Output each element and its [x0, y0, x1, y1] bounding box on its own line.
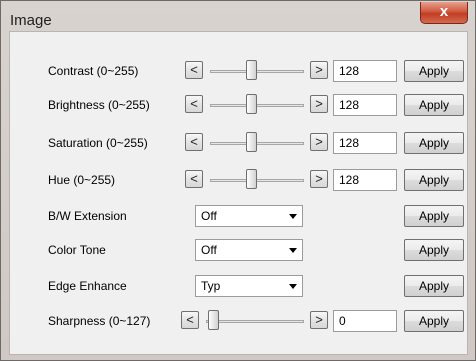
bw-extension-apply-button[interactable]: Apply [404, 205, 464, 227]
saturation-row: Saturation (0~255) < > 128 Apply [10, 132, 469, 156]
hue-decrement-button[interactable]: < [185, 170, 203, 188]
chevron-down-icon [289, 214, 297, 219]
color-tone-select[interactable]: Off [195, 239, 303, 261]
edge-enhance-value: Typ [201, 279, 221, 293]
brightness-apply-button[interactable]: Apply [404, 94, 464, 116]
saturation-value-input[interactable]: 128 [333, 132, 397, 154]
chevron-right-icon: > [315, 96, 323, 111]
sharpness-label: Sharpness (0~127) [48, 314, 151, 328]
contrast-slider-thumb[interactable] [246, 60, 257, 80]
sharpness-slider-thumb[interactable] [208, 310, 219, 330]
contrast-decrement-button[interactable]: < [185, 61, 203, 79]
brightness-decrement-button[interactable]: < [185, 95, 203, 113]
edge-enhance-apply-button[interactable]: Apply [404, 275, 464, 297]
chevron-left-icon: < [190, 134, 198, 149]
sharpness-row: Sharpness (0~127) < > 0 Apply [10, 310, 469, 334]
saturation-slider-thumb[interactable] [246, 132, 257, 152]
hue-value-input[interactable]: 128 [333, 169, 397, 191]
chevron-right-icon: > [315, 312, 323, 327]
color-tone-value: Off [201, 243, 217, 257]
edge-enhance-select[interactable]: Typ [195, 275, 303, 297]
bw-extension-label: B/W Extension [48, 209, 127, 223]
chevron-right-icon: > [315, 62, 323, 77]
saturation-label: Saturation (0~255) [48, 136, 148, 150]
brightness-value-input[interactable]: 128 [333, 94, 397, 116]
edge-enhance-label: Edge Enhance [48, 279, 127, 293]
close-icon: x [439, 3, 449, 20]
hue-slider-track[interactable] [210, 179, 304, 182]
title-bar[interactable]: Image x [2, 2, 474, 32]
chevron-right-icon: > [315, 134, 323, 149]
hue-row: Hue (0~255) < > 128 Apply [10, 169, 469, 193]
dialog-content: Contrast (0~255) < > 128 Apply Brightnes… [9, 31, 468, 355]
bw-extension-select[interactable]: Off [195, 205, 303, 227]
chevron-left-icon: < [190, 62, 198, 77]
hue-apply-button[interactable]: Apply [404, 169, 464, 191]
brightness-label: Brightness (0~255) [48, 98, 150, 112]
chevron-down-icon [289, 284, 297, 289]
close-button[interactable]: x [420, 2, 468, 24]
hue-slider-thumb[interactable] [246, 169, 257, 189]
contrast-value-input[interactable]: 128 [333, 60, 397, 82]
chevron-left-icon: < [186, 312, 194, 327]
saturation-increment-button[interactable]: > [310, 133, 328, 151]
hue-increment-button[interactable]: > [310, 170, 328, 188]
chevron-left-icon: < [190, 96, 198, 111]
bw-extension-value: Off [201, 209, 217, 223]
chevron-right-icon: > [315, 171, 323, 186]
image-dialog: Image x Contrast (0~255) < > 128 Apply B… [0, 0, 476, 361]
hue-label: Hue (0~255) [48, 173, 116, 187]
sharpness-increment-button[interactable]: > [310, 311, 328, 329]
bw-extension-row: B/W Extension Off Apply [10, 205, 469, 229]
chevron-left-icon: < [190, 171, 198, 186]
brightness-slider-thumb[interactable] [246, 94, 257, 114]
color-tone-label: Color Tone [48, 243, 106, 257]
sharpness-decrement-button[interactable]: < [181, 311, 199, 329]
sharpness-apply-button[interactable]: Apply [404, 310, 464, 332]
chevron-down-icon [289, 248, 297, 253]
saturation-apply-button[interactable]: Apply [404, 132, 464, 154]
contrast-increment-button[interactable]: > [310, 61, 328, 79]
brightness-row: Brightness (0~255) < > 128 Apply [10, 94, 469, 118]
color-tone-apply-button[interactable]: Apply [404, 239, 464, 261]
saturation-slider-track[interactable] [210, 142, 304, 145]
contrast-label: Contrast (0~255) [48, 64, 139, 78]
sharpness-value-input[interactable]: 0 [333, 310, 397, 332]
color-tone-row: Color Tone Off Apply [10, 239, 469, 263]
brightness-increment-button[interactable]: > [310, 95, 328, 113]
sharpness-slider-track[interactable] [206, 320, 304, 323]
saturation-decrement-button[interactable]: < [185, 133, 203, 151]
contrast-row: Contrast (0~255) < > 128 Apply [10, 60, 469, 84]
contrast-slider-track[interactable] [210, 70, 304, 73]
brightness-slider-track[interactable] [210, 104, 304, 107]
edge-enhance-row: Edge Enhance Typ Apply [10, 275, 469, 299]
window-title: Image [10, 12, 52, 29]
contrast-apply-button[interactable]: Apply [404, 60, 464, 82]
